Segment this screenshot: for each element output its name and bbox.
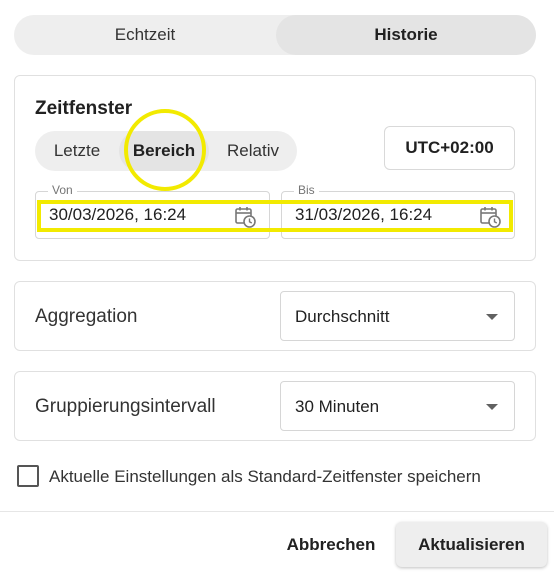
realtime-history-tabs: Echtzeit Historie	[14, 15, 536, 55]
aggregation-value: Durchschnitt	[295, 307, 390, 326]
to-date-value: 31/03/2026, 16:24	[295, 205, 433, 224]
mode-range[interactable]: Bereich	[119, 131, 209, 171]
save-default-checkbox[interactable]	[17, 465, 39, 487]
dropdown-arrow-icon	[486, 314, 498, 320]
cancel-button[interactable]: Abbrechen	[277, 525, 385, 565]
tab-realtime[interactable]: Echtzeit	[14, 15, 276, 55]
grouping-value: 30 Minuten	[295, 397, 380, 416]
from-date-value: 30/03/2026, 16:24	[49, 205, 187, 224]
calendar-clock-icon[interactable]	[479, 206, 501, 228]
aggregation-label: Aggregation	[35, 306, 138, 327]
grouping-select[interactable]: 30 Minuten	[280, 381, 515, 431]
timewindow-mode-selector: Letzte Bereich Relativ	[35, 131, 297, 171]
dropdown-arrow-icon	[486, 404, 498, 410]
from-date-field[interactable]: Von 30/03/2026, 16:24	[35, 183, 270, 239]
mode-relative[interactable]: Relativ	[209, 131, 297, 171]
grouping-label: Gruppierungsintervall	[35, 396, 216, 417]
update-button[interactable]: Aktualisieren	[396, 522, 547, 567]
save-default-label[interactable]: Aktuelle Einstellungen als Standard-Zeit…	[49, 467, 481, 487]
to-date-label: Bis	[294, 183, 319, 197]
to-date-field[interactable]: Bis 31/03/2026, 16:24	[281, 183, 515, 239]
tab-history[interactable]: Historie	[276, 15, 536, 55]
mode-last[interactable]: Letzte	[35, 131, 119, 171]
timewindow-title: Zeitfenster	[35, 98, 133, 119]
aggregation-select[interactable]: Durchschnitt	[280, 291, 515, 341]
aggregation-card: Aggregation Durchschnitt	[14, 281, 536, 351]
from-date-label: Von	[48, 183, 77, 197]
grouping-card: Gruppierungsintervall 30 Minuten	[14, 371, 536, 441]
timewindow-card: Zeitfenster Letzte Bereich Relativ UTC+0…	[14, 75, 536, 261]
timezone-button[interactable]: UTC+02:00	[384, 126, 515, 170]
footer-divider	[0, 511, 554, 512]
calendar-clock-icon[interactable]	[234, 206, 256, 228]
